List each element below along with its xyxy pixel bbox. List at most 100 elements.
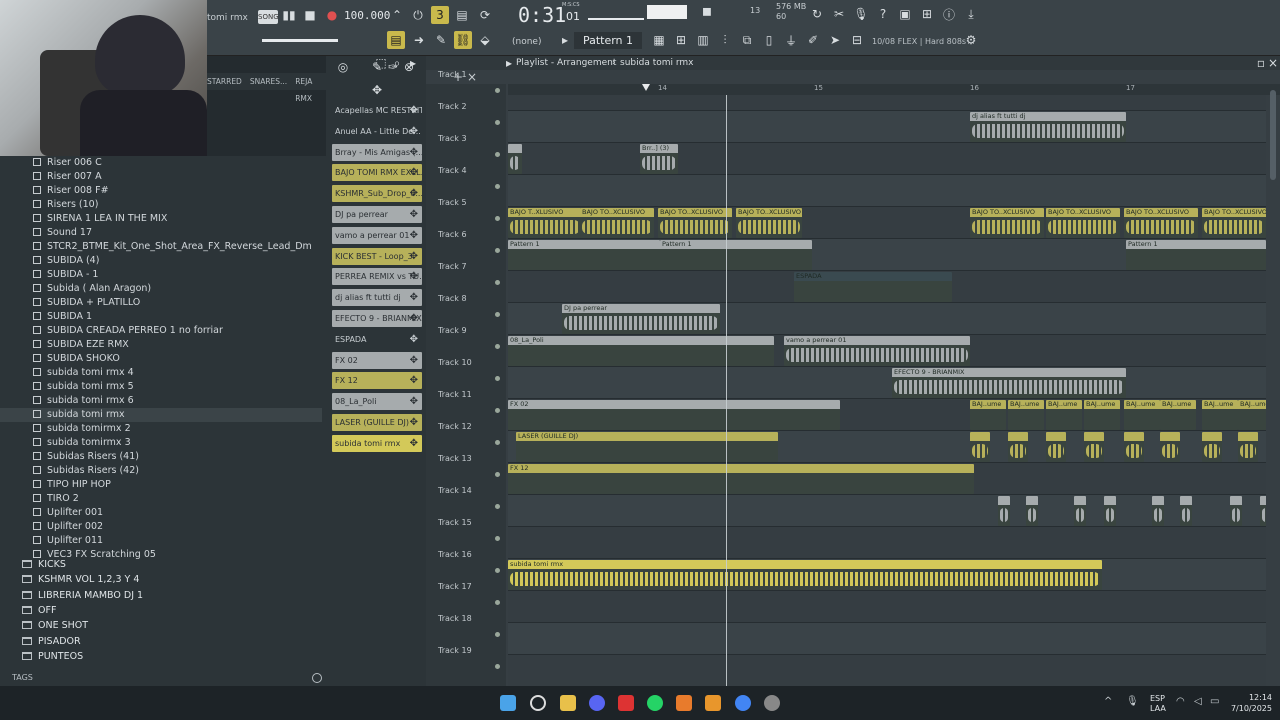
browser-folder[interactable]: ONE SHOT [0,618,88,633]
browser-item[interactable]: subida tomi rmx 6 [0,394,322,408]
track-header[interactable]: Track 15 [426,517,506,549]
opera-icon[interactable] [618,695,634,711]
playlist-clip[interactable]: FX 12 [508,464,974,494]
track-header[interactable]: Track 6 [426,229,506,261]
playlist-clip[interactable]: BAJ..ume [1160,400,1196,430]
track-header[interactable]: Track 14 [426,485,506,517]
browser-item[interactable]: Uplifter 001 [0,506,322,520]
close-icon[interactable]: × [1264,54,1280,72]
chevron-right-icon[interactable]: ▸ [556,31,574,49]
picker-item[interactable]: LASER (GUILLE DJ) ✥ [332,414,422,431]
fl-studio-icon[interactable] [676,695,692,711]
playlist-clip[interactable]: BAJO TO..XCLUSIVO [580,208,654,238]
magnet-icon[interactable]: ◎ [334,58,352,76]
browser-folder[interactable]: KICKS [0,557,66,572]
info-icon[interactable]: ⓘ [940,5,958,23]
playlist-clip[interactable]: BAJ..ume [1084,400,1120,430]
tools-icon[interactable]: ✐ [804,31,822,49]
tempo-display[interactable]: 100.000 [344,7,390,25]
link-icon[interactable]: ⛓ [454,31,472,49]
download-icon[interactable]: ⤓ [962,5,980,23]
picker-item[interactable]: Brray - Mis Amigas (... ✥ [332,143,422,161]
browser-folder[interactable]: PISADOR [0,634,81,649]
playlist-clip[interactable] [1180,496,1192,526]
playlist-clip[interactable] [1202,432,1222,462]
track-mute-toggle[interactable] [495,248,500,253]
language-indicator[interactable]: ESP LAA [1150,694,1166,714]
track-lane[interactable] [508,367,1266,399]
explorer-icon[interactable] [560,695,576,711]
file-icon[interactable]: ▯ [760,31,778,49]
browser-item[interactable]: subida tomirmx 2 [0,422,322,436]
track-mute-toggle[interactable] [495,440,500,445]
playlist-clip[interactable]: BAJ..ume [1238,400,1266,430]
track-header[interactable]: Track 3 [426,133,506,165]
browser-item[interactable]: Riser 006 C [0,156,322,170]
playlist-clip[interactable]: BAJO TO..XCLUSIVO [736,208,802,238]
track-header[interactable]: Track 10 [426,357,506,389]
playlist-clip[interactable] [1260,496,1266,526]
playlist-icon[interactable]: ▦ [650,31,668,49]
track-mute-toggle[interactable] [495,504,500,509]
picker-item[interactable]: Anuel AA - Little De... ✥ [332,122,422,140]
playlist-clip[interactable] [1230,496,1242,526]
playlist-clip[interactable] [1026,496,1038,526]
clock[interactable]: 12:14 7/10/2025 [1231,692,1272,714]
browser-item[interactable]: SUBIDA - 1 [0,268,322,282]
playlist-clip[interactable] [1160,432,1180,462]
playlist-clip[interactable]: BAJO TO..XCLUSIVO [658,208,732,238]
record-icon[interactable]: ● [323,6,341,24]
browser-item[interactable]: Subidas Risers (41) [0,450,322,464]
refresh-icon[interactable]: ↻ [808,5,826,23]
play-icon[interactable]: ▮▮ [280,6,298,24]
pencil-icon[interactable]: ✎ [432,31,450,49]
playlist-clip[interactable] [1084,432,1104,462]
track-header[interactable]: Track 12 [426,421,506,453]
picker-item[interactable]: FX 12 ✥ [332,372,422,390]
browser-item[interactable]: Sound 17 [0,226,322,240]
track-mute-toggle[interactable] [495,344,500,349]
track-header[interactable]: Track 5 [426,197,506,229]
track-header[interactable]: Track 7 [426,261,506,293]
plug-icon[interactable]: ⏚ [782,31,800,49]
help-icon[interactable]: ? [874,5,892,23]
track-lane[interactable] [508,591,1266,623]
track-header[interactable]: Track 18 [426,613,506,645]
browser-tab[interactable]: REJA RMX [295,73,326,103]
chrome-icon[interactable] [735,695,751,711]
whatsapp-icon[interactable] [647,695,663,711]
export-icon[interactable]: ➤ [826,31,844,49]
playlist-clip[interactable]: Pattern 1 [660,240,812,270]
browser-item[interactable]: SUBIDA CREADA PERREO 1 no forriar [0,324,322,338]
playlist-clip[interactable] [1124,432,1144,462]
arrow-right-icon[interactable]: ➜ [410,31,428,49]
playhead[interactable] [726,95,727,686]
picker-item[interactable]: DJ pa perrear ✥ [332,206,422,223]
track-mute-toggle[interactable] [495,184,500,189]
track-lane[interactable] [508,623,1266,655]
picker-item[interactable]: BAJO TOMI RMX EXCL... ✥ [332,164,422,182]
track-lane[interactable] [508,527,1266,559]
playlist-clip[interactable]: BAJ..ume [1202,400,1238,430]
track-lane[interactable] [508,143,1266,175]
cut-icon[interactable]: ✂ [830,5,848,23]
move-icon[interactable]: ✥ [368,81,386,99]
browser-item[interactable]: STCR2_BTME_Kit_One_Shot_Area_FX_Reverse_… [0,240,322,254]
chevron-up-icon[interactable]: ^ [1104,696,1112,707]
playlist-clip[interactable] [1074,496,1086,526]
piano-roll-icon[interactable]: ▥ [694,31,712,49]
playlist-toggle-icon[interactable]: ▤ [387,31,405,49]
playlist-clip[interactable] [1008,432,1028,462]
metronome-icon[interactable]: ⌃ [388,6,406,24]
playlist-clip[interactable]: EFECTO 9 - BRIANMIX [892,368,1126,398]
picker-item[interactable]: KICK BEST - Loop_3 ✥ [332,247,422,265]
browser-item[interactable]: SUBIDA 1 [0,310,322,324]
browser-item[interactable]: Subida ( Alan Aragon) [0,282,322,296]
playlist-clip[interactable]: BAJ..ume [1046,400,1082,430]
browser-item[interactable]: SUBIDA (4) [0,254,322,268]
picker-item[interactable]: PERREA REMIX vs TU... ✥ [332,268,422,286]
save-icon[interactable]: ▣ [896,5,914,23]
picker-item[interactable]: EFECTO 9 - BRIANMIX ✥ [332,310,422,327]
browser-item[interactable]: Subidas Risers (42) [0,464,322,478]
track-header[interactable]: Track 8 [426,293,506,325]
